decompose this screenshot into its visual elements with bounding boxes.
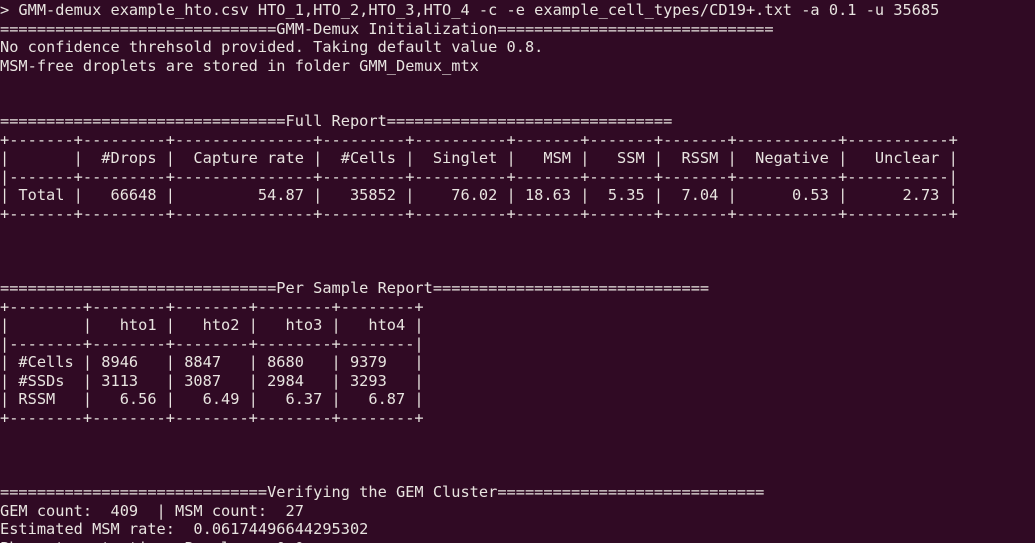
table-row: | #SSDs | 3113 | 3087 | 2984 | 3293 | bbox=[0, 371, 424, 390]
terminal-output-area[interactable]: > GMM-demux example_hto.csv HTO_1,HTO_2,… bbox=[0, 1, 1035, 543]
estimated-msm-rate-line: Estimated MSM rate: 0.06174496644295302 bbox=[0, 520, 369, 539]
full-report-rule-middle: |-------+---------+---------------+-----… bbox=[0, 167, 958, 186]
per-sample-rule-top: +--------+--------+--------+--------+---… bbox=[0, 297, 424, 316]
init-banner: ==============================GMM-Demux … bbox=[0, 19, 774, 38]
full-report-header-row: | | #Drops | Capture rate | #Cells | Sin… bbox=[0, 149, 958, 168]
init-line-1: MSM-free droplets are stored in folder G… bbox=[0, 56, 479, 75]
terminal-window[interactable]: > GMM-demux example_hto.csv HTO_1,HTO_2,… bbox=[0, 0, 1035, 543]
table-row: | RSSM | 6.56 | 6.49 | 6.37 | 6.87 | bbox=[0, 390, 424, 409]
command-prompt-line: > GMM-demux example_hto.csv HTO_1,HTO_2,… bbox=[0, 1, 940, 19]
gem-count-line: GEM count: 409 | MSM count: 27 bbox=[0, 501, 304, 520]
phony-test-line: Phony-type testing. P-value: 0.0 bbox=[0, 539, 1035, 543]
table-row: | #Cells | 8946 | 8847 | 8680 | 9379 | bbox=[0, 353, 424, 372]
per-sample-report-banner: ==============================Per Sample… bbox=[0, 279, 710, 298]
full-report-banner: ===============================Full Repo… bbox=[0, 112, 673, 131]
per-sample-rule-middle: |--------+--------+--------+--------+---… bbox=[0, 334, 424, 353]
gem-cluster-banner: =============================Verifying t… bbox=[0, 483, 765, 502]
table-row: | Total | 66648 | 54.87 | 35852 | 76.02 … bbox=[0, 186, 958, 205]
full-report-rule-bottom: +-------+---------+---------------+-----… bbox=[0, 205, 958, 224]
per-sample-header-row: | | hto1 | hto2 | hto3 | hto4 | bbox=[0, 316, 424, 335]
per-sample-rule-bottom: +--------+--------+--------+--------+---… bbox=[0, 409, 424, 428]
init-line-0: No confidence threhsold provided. Taking… bbox=[0, 38, 544, 57]
full-report-rule-top: +-------+---------+---------------+-----… bbox=[0, 130, 958, 149]
